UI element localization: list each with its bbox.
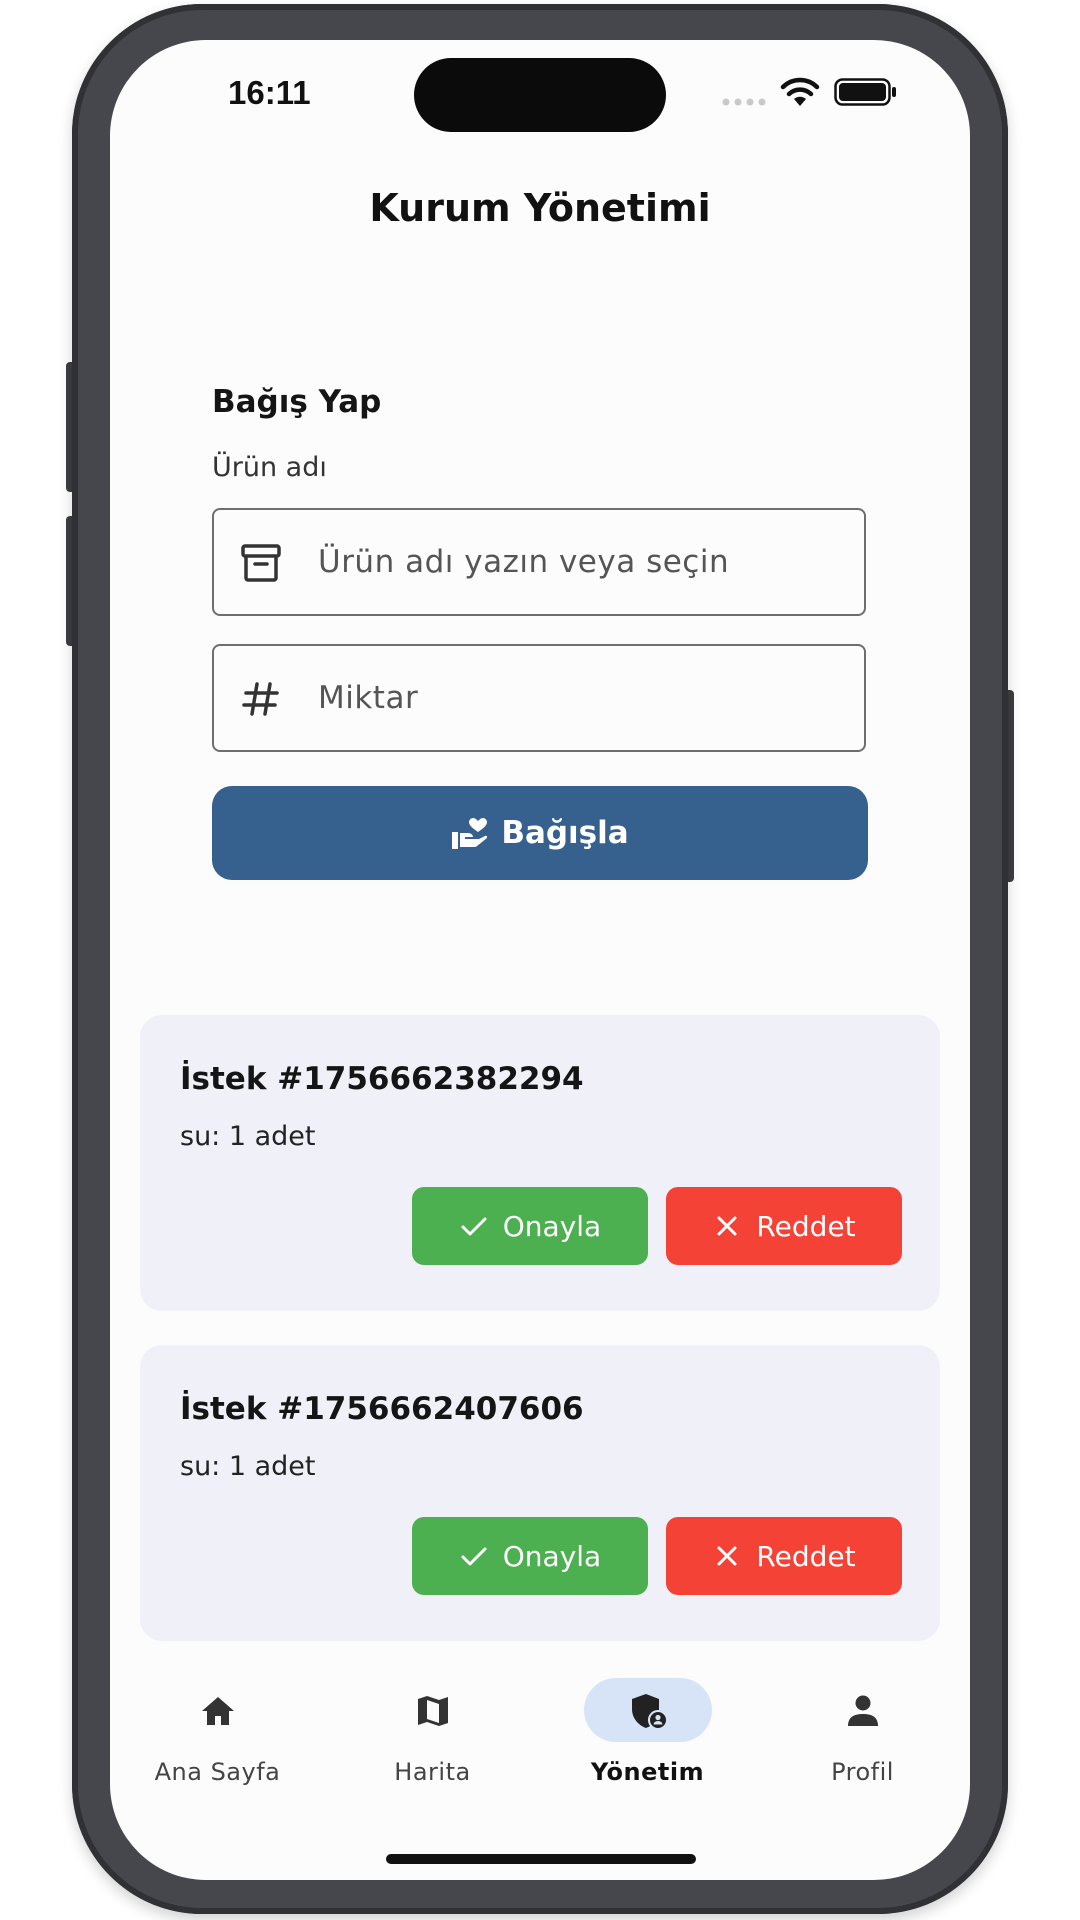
quantity-input[interactable]: Miktar: [212, 644, 866, 752]
check-icon: [461, 1547, 487, 1566]
product-name-placeholder: Ürün adı yazın veya seçin: [318, 544, 730, 580]
reject-button[interactable]: Reddet: [666, 1517, 902, 1595]
reject-button-label: Reddet: [756, 1209, 856, 1243]
nav-item-label: Profil: [831, 1758, 894, 1786]
nav-item-home[interactable]: Ana Sayfa: [110, 1678, 325, 1798]
nav-item-label: Yönetim: [590, 1758, 705, 1786]
product-name-input[interactable]: Ürün adı yazın veya seçin: [212, 508, 866, 616]
approve-button-label: Onayla: [502, 1209, 602, 1243]
nav-item-label: Ana Sayfa: [154, 1758, 281, 1786]
approve-button-label: Onayla: [502, 1539, 602, 1573]
request-title: İstek #1756662407606: [180, 1391, 584, 1427]
request-card: İstek #1756662407606 su: 1 adet Onayla R…: [140, 1345, 940, 1641]
dynamic-island: [414, 58, 666, 132]
cellular-signal-icon: [722, 98, 766, 106]
check-icon: [461, 1217, 487, 1236]
home-indicator[interactable]: [386, 1854, 696, 1864]
volunteer-hand-heart-icon: [452, 818, 488, 849]
donation-form-heading: Bağış Yap: [212, 384, 382, 420]
page-title: Kurum Yönetimi: [369, 186, 711, 230]
reject-button[interactable]: Reddet: [666, 1187, 902, 1265]
reject-button-label: Reddet: [756, 1539, 856, 1573]
request-card: İstek #1756662382294 su: 1 adet Onayla R…: [140, 1015, 940, 1311]
status-time: 16:11: [228, 74, 311, 111]
close-icon: [717, 1546, 737, 1566]
request-title: İstek #1756662382294: [180, 1061, 584, 1097]
donate-button[interactable]: Bağışla: [212, 786, 868, 880]
nav-item-profile[interactable]: Profil: [755, 1678, 970, 1798]
close-icon: [717, 1216, 737, 1236]
archive-box-icon: [241, 544, 281, 582]
request-detail: su: 1 adet: [180, 1121, 316, 1152]
home-icon: [202, 1697, 234, 1725]
person-icon: [848, 1695, 878, 1726]
hashtag-icon: [242, 682, 279, 716]
device-mockup: 16:11 Kurum Yönetimi Bağış Yap Ürün adı: [0, 0, 1080, 1920]
nav-item-map[interactable]: Harita: [325, 1678, 540, 1798]
map-icon: [418, 1696, 448, 1726]
quantity-placeholder: Miktar: [318, 680, 419, 716]
admin-shield-icon: [632, 1694, 666, 1728]
donate-button-label: Bağışla: [501, 815, 629, 851]
product-name-label: Ürün adı: [212, 452, 327, 483]
approve-button[interactable]: Onayla: [412, 1517, 648, 1595]
bottom-navigation: Ana Sayfa Harita Yönetim Profil: [110, 1678, 970, 1798]
approve-button[interactable]: Onayla: [412, 1187, 648, 1265]
request-detail: su: 1 adet: [180, 1451, 316, 1482]
nav-item-admin[interactable]: Yönetim: [540, 1678, 755, 1798]
wifi-icon: [780, 77, 820, 106]
nav-item-label: Harita: [394, 1758, 471, 1786]
battery-icon: [834, 78, 896, 106]
app-screen: 16:11 Kurum Yönetimi Bağış Yap Ürün adı: [110, 40, 970, 1880]
